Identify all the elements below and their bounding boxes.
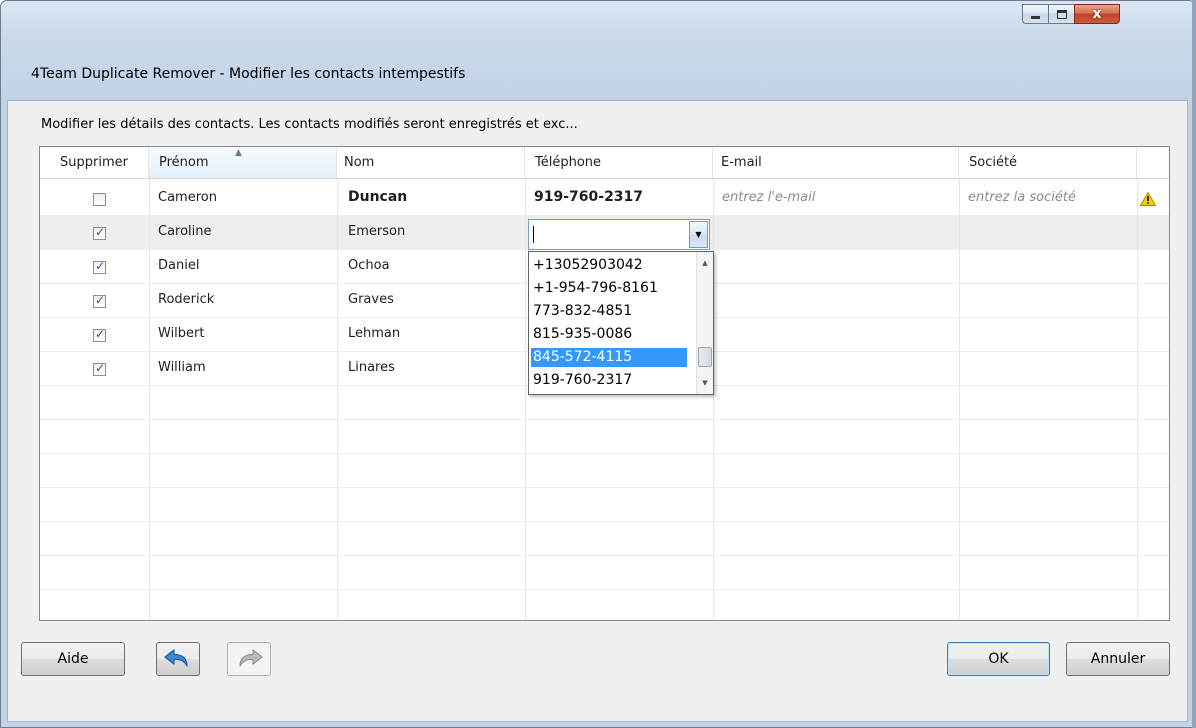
minimize-button[interactable] bbox=[1022, 4, 1048, 24]
header-first-name[interactable]: Prénom ▲ bbox=[149, 147, 337, 178]
undo-button[interactable] bbox=[156, 642, 200, 676]
dropdown-option[interactable]: +1-954-796-8161 bbox=[531, 279, 687, 298]
dropdown-scrollbar[interactable]: ▲ ▼ bbox=[696, 252, 713, 394]
first-name-cell[interactable]: William bbox=[158, 360, 206, 375]
last-name-cell[interactable]: Duncan bbox=[348, 189, 407, 205]
contacts-grid: Supprimer Prénom ▲ Nom Téléphone E-mail … bbox=[39, 146, 1170, 621]
delete-checkbox[interactable] bbox=[93, 259, 106, 274]
redo-icon bbox=[239, 649, 263, 667]
phone-dropdown-list: +13052903042 +1-954-796-8161 773-832-485… bbox=[528, 251, 714, 395]
phone-dropdown-button[interactable]: ▼ bbox=[689, 221, 708, 248]
header-phone[interactable]: Téléphone bbox=[525, 147, 713, 178]
last-name-cell[interactable]: Emerson bbox=[348, 224, 405, 239]
first-name-cell[interactable]: Caroline bbox=[158, 224, 212, 239]
minimize-icon bbox=[1031, 16, 1040, 19]
header-status bbox=[1137, 147, 1169, 178]
first-name-cell[interactable]: Cameron bbox=[158, 190, 217, 205]
redo-button[interactable] bbox=[227, 642, 271, 676]
header-delete[interactable]: Supprimer bbox=[40, 147, 149, 178]
scroll-down-icon[interactable]: ▼ bbox=[697, 374, 713, 391]
delete-checkbox[interactable] bbox=[93, 327, 106, 342]
row-separator bbox=[40, 521, 1169, 522]
row-separator bbox=[40, 453, 1169, 454]
delete-checkbox[interactable] bbox=[93, 293, 106, 308]
dropdown-option[interactable]: 815-935-0086 bbox=[531, 325, 687, 344]
row-separator bbox=[40, 215, 1169, 216]
delete-checkbox[interactable] bbox=[93, 193, 106, 206]
help-button[interactable]: Aide bbox=[21, 642, 125, 676]
email-cell[interactable]: entrez l'e-mail bbox=[722, 190, 815, 205]
header-company[interactable]: Société bbox=[959, 147, 1137, 178]
caption-buttons: x bbox=[1022, 4, 1120, 24]
dropdown-option[interactable]: 919-760-2317 bbox=[531, 371, 687, 390]
dropdown-option[interactable]: 773-832-4851 bbox=[531, 302, 687, 321]
close-button[interactable]: x bbox=[1074, 4, 1120, 24]
last-name-cell[interactable]: Linares bbox=[348, 360, 395, 375]
last-name-cell[interactable]: Ochoa bbox=[348, 258, 390, 273]
close-icon: x bbox=[1092, 6, 1102, 22]
last-name-cell[interactable]: Graves bbox=[348, 292, 394, 307]
chevron-down-icon: ▼ bbox=[695, 230, 702, 239]
cancel-button[interactable]: Annuler bbox=[1066, 642, 1170, 676]
maximize-icon bbox=[1056, 9, 1067, 19]
window-title: 4Team Duplicate Remover - Modifier les c… bbox=[31, 66, 466, 82]
maximize-button[interactable] bbox=[1048, 4, 1074, 24]
dropdown-option[interactable]: +13052903042 bbox=[531, 256, 687, 275]
scroll-up-icon[interactable]: ▲ bbox=[697, 254, 713, 271]
text-caret bbox=[533, 226, 534, 243]
row-separator bbox=[40, 419, 1169, 420]
window-edge bbox=[1192, 0, 1196, 728]
row-separator bbox=[40, 589, 1169, 590]
dropdown-option[interactable]: 845-572-4115 bbox=[531, 348, 687, 367]
phone-cell[interactable]: 919-760-2317 bbox=[534, 189, 643, 205]
first-name-cell[interactable]: Daniel bbox=[158, 258, 199, 273]
row-separator bbox=[40, 555, 1169, 556]
last-name-cell[interactable]: Lehman bbox=[348, 326, 400, 341]
warning-icon bbox=[1140, 192, 1156, 206]
first-name-cell[interactable]: Wilbert bbox=[158, 326, 204, 341]
delete-checkbox[interactable] bbox=[93, 361, 106, 376]
header-email[interactable]: E-mail bbox=[713, 147, 959, 178]
delete-checkbox[interactable] bbox=[93, 225, 106, 240]
undo-icon bbox=[164, 649, 188, 667]
instructions-label: Modifier les détails des contacts. Les c… bbox=[41, 117, 578, 132]
ok-button[interactable]: OK bbox=[947, 642, 1050, 676]
phone-combobox[interactable]: ▼ bbox=[528, 219, 710, 250]
scrollbar-thumb[interactable] bbox=[698, 347, 712, 367]
first-name-cell[interactable]: Roderick bbox=[158, 292, 214, 307]
sort-ascending-icon: ▲ bbox=[235, 148, 242, 158]
header-last-name[interactable]: Nom bbox=[337, 147, 525, 178]
grid-header: Supprimer Prénom ▲ Nom Téléphone E-mail … bbox=[40, 147, 1169, 179]
row-separator bbox=[40, 487, 1169, 488]
company-cell[interactable]: entrez la société bbox=[968, 190, 1076, 205]
